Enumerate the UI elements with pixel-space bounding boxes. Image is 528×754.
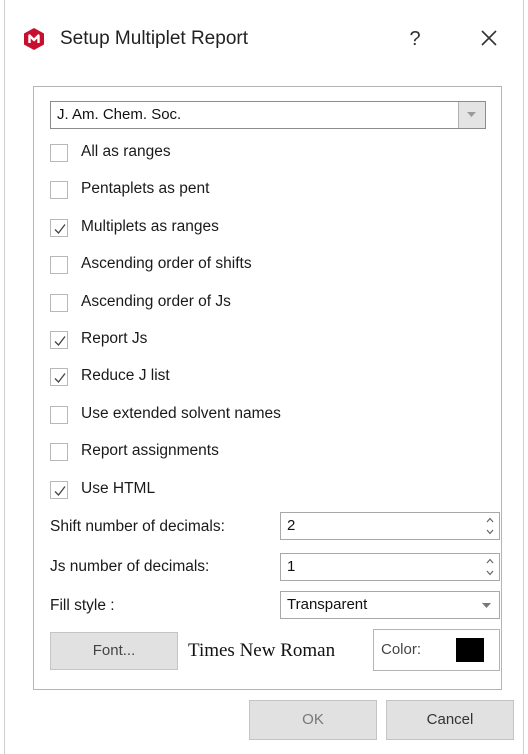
options-panel: J. Am. Chem. Soc. All as ranges Pentaplet…: [33, 86, 502, 690]
js-decimals-label: Js number of decimals:: [50, 558, 210, 575]
shift-decimals-value: 2: [287, 517, 296, 534]
close-icon: [481, 30, 497, 46]
fill-style-label: Fill style :: [50, 597, 115, 614]
mnova-logo-icon: [24, 28, 44, 50]
spin-down-icon[interactable]: [483, 567, 497, 579]
checkbox[interactable]: [50, 331, 68, 349]
journal-style-combo[interactable]: J. Am. Chem. Soc.: [50, 101, 486, 129]
shift-decimals-spinbox[interactable]: 2: [280, 512, 500, 540]
checkmark-icon: [54, 223, 66, 234]
cancel-button[interactable]: Cancel: [386, 700, 514, 740]
help-button[interactable]: ?: [403, 26, 427, 52]
checkmark-icon: [54, 336, 66, 346]
checkbox[interactable]: [50, 256, 68, 275]
dialog-title: Setup Multiplet Report: [60, 28, 248, 49]
combo-dropdown-button[interactable]: [458, 102, 485, 128]
font-name-label: Times New Roman: [188, 640, 336, 661]
option-label: Ascending order of Js: [81, 292, 231, 310]
chevron-down-icon: [482, 603, 491, 608]
option-label: Pentaplets as pent: [81, 180, 210, 198]
checkbox[interactable]: [50, 144, 68, 162]
checkbox[interactable]: [50, 293, 68, 312]
color-swatch: [456, 638, 484, 662]
checkbox[interactable]: [50, 368, 68, 387]
js-decimals-spinbox[interactable]: 1: [280, 553, 500, 581]
checkbox[interactable]: [50, 480, 68, 499]
title-bar: Setup Multiplet Report ?: [5, 0, 523, 80]
ok-button[interactable]: OK: [249, 700, 377, 740]
option-label: Use extended solvent names: [81, 404, 281, 422]
option-label: Ascending order of shifts: [81, 255, 252, 273]
option-label: Reduce J list: [81, 367, 170, 385]
setup-multiplet-report-dialog: Setup Multiplet Report ? J. Am. Chem. So…: [4, 0, 524, 754]
chevron-down-icon: [467, 112, 476, 117]
checkbox[interactable]: [50, 181, 68, 200]
fill-style-select[interactable]: Transparent: [280, 591, 500, 619]
checkbox[interactable]: [50, 443, 68, 462]
option-label: Report Js: [81, 330, 148, 347]
checkmark-icon: [54, 373, 66, 384]
option-label: Use HTML: [81, 479, 156, 497]
option-label: Report assignments: [81, 442, 219, 460]
spin-down-icon[interactable]: [483, 526, 497, 538]
spin-up-icon[interactable]: [483, 555, 497, 567]
checkmark-icon: [54, 485, 66, 496]
journal-style-value: J. Am. Chem. Soc.: [57, 106, 182, 123]
font-button[interactable]: Font...: [50, 632, 178, 670]
option-label: Multiplets as ranges: [81, 217, 219, 235]
checkbox[interactable]: [50, 218, 68, 237]
js-decimals-value: 1: [287, 558, 296, 575]
color-picker-button[interactable]: Color:: [373, 629, 500, 671]
color-label: Color:: [381, 641, 422, 658]
checkbox[interactable]: [50, 405, 68, 424]
close-button[interactable]: [475, 24, 503, 52]
fill-style-value: Transparent: [287, 596, 368, 613]
option-label: All as ranges: [81, 143, 171, 160]
shift-decimals-label: Shift number of decimals:: [50, 518, 225, 535]
spin-up-icon[interactable]: [483, 514, 497, 526]
